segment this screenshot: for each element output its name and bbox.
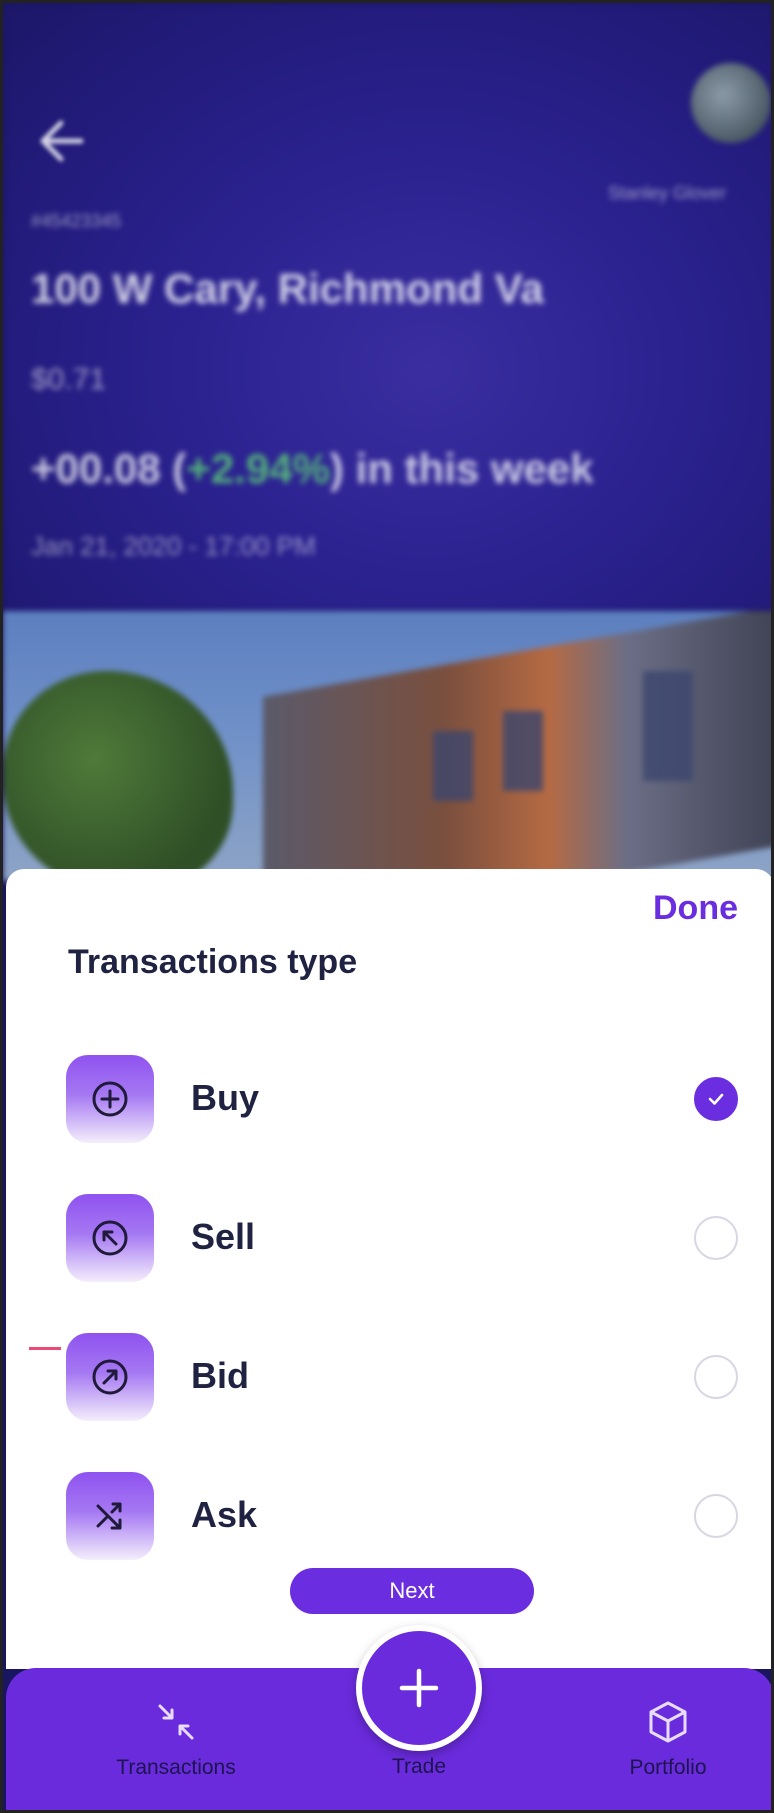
check-icon <box>708 1093 724 1105</box>
window-shape <box>643 671 693 781</box>
app-screen: Stanley Glover #45423345 100 W Cary, Ric… <box>0 0 774 1813</box>
shuffle-icon <box>66 1472 154 1560</box>
option-label: Buy <box>191 1077 260 1118</box>
property-ticker: #45423345 <box>31 211 122 231</box>
plus-circle-icon <box>66 1055 154 1143</box>
option-label: Sell <box>191 1216 256 1257</box>
nav-label: Transactions <box>116 1756 236 1779</box>
trade-button[interactable] <box>356 1625 482 1751</box>
cube-icon <box>649 1701 687 1743</box>
change-prefix: +00.08 ( <box>31 445 187 492</box>
radio-checked[interactable] <box>694 1077 738 1121</box>
option-label: Ask <box>191 1494 258 1535</box>
radio-unchecked[interactable] <box>694 1355 738 1399</box>
nav-portfolio[interactable]: Portfolio <box>568 1668 768 1810</box>
next-button[interactable]: Next <box>290 1568 534 1614</box>
arrow-up-left-circle-icon <box>66 1194 154 1282</box>
nav-label-trade: Trade <box>391 1755 447 1778</box>
avatar[interactable] <box>691 63 771 143</box>
option-ask[interactable]: Ask <box>6 1458 771 1568</box>
arrow-up-right-circle-icon <box>66 1333 154 1421</box>
arrows-collapse-icon <box>158 1704 194 1740</box>
nav-label: Portfolio <box>629 1756 707 1779</box>
plus-icon <box>399 1668 439 1708</box>
transaction-type-sheet: Done Transactions type Buy Sell Bid Ask <box>6 869 771 1669</box>
done-button[interactable]: Done <box>653 889 738 928</box>
change-percent: +2.94% <box>186 445 330 492</box>
property-photo <box>3 611 771 881</box>
change-suffix: ) in this week <box>329 445 594 492</box>
option-bid[interactable]: Bid <box>6 1319 771 1429</box>
option-buy[interactable]: Buy <box>6 1041 771 1151</box>
user-name: Stanley Glover <box>608 183 727 203</box>
indicator-mark <box>29 1347 61 1350</box>
tree-shape <box>3 671 233 881</box>
option-sell[interactable]: Sell <box>6 1180 771 1290</box>
property-title: 100 W Cary, Richmond Va <box>31 265 544 312</box>
window-shape <box>433 731 473 801</box>
price-date: Jan 21, 2020 - 17:00 PM <box>31 531 316 561</box>
option-label: Bid <box>191 1355 249 1396</box>
nav-transactions[interactable]: Transactions <box>76 1668 276 1810</box>
window-shape <box>503 711 543 791</box>
sheet-title: Transactions type <box>68 943 358 981</box>
radio-unchecked[interactable] <box>694 1216 738 1260</box>
back-arrow-icon[interactable] <box>31 111 91 171</box>
radio-unchecked[interactable] <box>694 1494 738 1538</box>
property-price: $0.71 <box>31 363 107 396</box>
price-change: +00.08 (+2.94%) in this week <box>31 445 594 493</box>
